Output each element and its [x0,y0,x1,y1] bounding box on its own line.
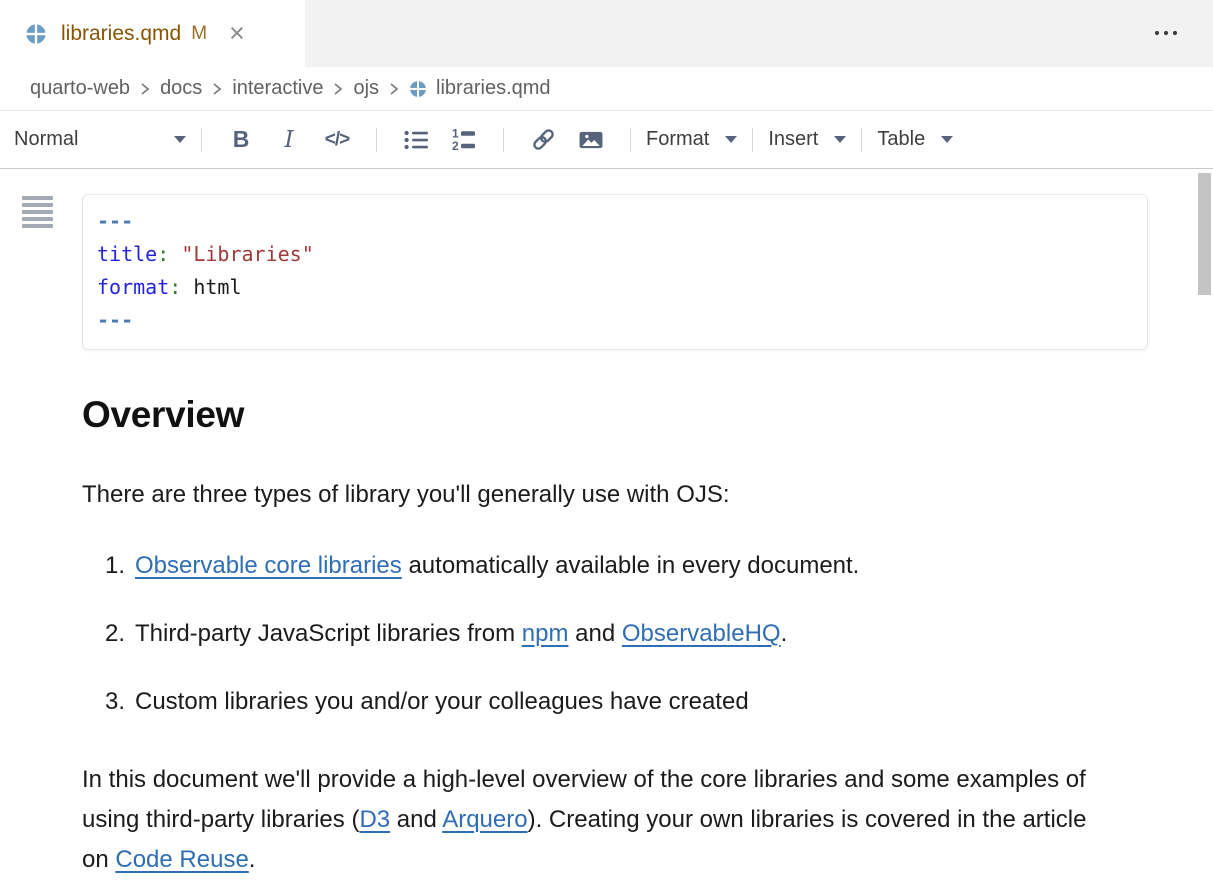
text-segment: automatically available in every documen… [402,552,860,579]
breadcrumb-quarto-web[interactable]: quarto-web [30,77,130,100]
yaml-frontmatter-block[interactable]: --- title: "Libraries" format: html --- [82,194,1148,350]
chevron-right-icon [387,80,401,98]
toolbar-divider [630,128,631,152]
toolbar-divider [861,128,862,152]
vertical-scrollbar-thumb[interactable] [1198,173,1211,295]
link-observablehq[interactable]: ObservableHQ [622,620,781,647]
toolbar-divider [376,128,377,152]
breadcrumb-docs[interactable]: docs [160,77,202,100]
toolbar-divider [752,128,753,152]
ordered-list-icon: 1 2 [451,127,478,153]
bullet-list-button[interactable] [392,120,440,160]
yaml-delimiter: --- [97,304,1131,337]
list-item-number: 2. [105,620,135,647]
text-segment: . [781,620,788,647]
list-item-text: Third-party JavaScript libraries from np… [135,620,787,647]
chevron-down-icon [834,136,846,143]
link-icon [530,126,557,153]
tab-bar: libraries.qmd M × [0,0,1213,67]
document-editor[interactable]: --- title: "Libraries" format: html --- … [0,169,1213,889]
yaml-entry-format: format: html [97,271,1131,304]
chevron-down-icon [941,136,953,143]
text-segment: and [568,620,621,647]
code-icon: </> [325,129,349,151]
breadcrumb-libraries-qmd[interactable]: libraries.qmd [436,77,550,100]
code-button[interactable]: </> [313,120,361,160]
link-d3[interactable]: D3 [359,806,390,833]
insert-menu[interactable]: Insert [768,128,846,151]
text-segment: and [390,806,442,833]
chevron-right-icon [331,80,345,98]
list-item-text: Custom libraries you and/or your colleag… [135,688,749,715]
page-title: Overview [82,396,1094,435]
yaml-delimiter: --- [97,205,1131,238]
chevron-right-icon [138,80,152,98]
list-item-number: 1. [105,552,135,579]
italic-button[interactable]: I [265,120,313,160]
list-item: 2. Third-party JavaScript libraries from… [82,620,1094,647]
chevron-down-icon [725,136,737,143]
link-code-reuse[interactable]: Code Reuse [115,846,248,873]
list-item: 3. Custom libraries you and/or your coll… [82,688,1094,715]
image-icon [577,128,605,152]
paragraph-style-value: Normal [14,128,78,151]
link-button[interactable] [519,120,567,160]
link-npm[interactable]: npm [522,620,569,647]
more-actions-icon[interactable] [1149,20,1183,46]
toolbar-divider [201,128,202,152]
modified-badge: M [191,23,207,45]
format-toolbar: Normal B I </> 1 [0,111,1213,169]
block-drag-handle-icon[interactable] [22,196,53,231]
svg-text:2: 2 [452,139,459,153]
bullet-list-icon [403,128,430,152]
bold-button[interactable]: B [217,120,265,160]
table-menu[interactable]: Table [877,128,953,151]
breadcrumb: quarto-web docs interactive ojs librarie… [0,67,1213,111]
tab-title: libraries.qmd [61,22,181,46]
ordered-list-button[interactable]: 1 2 [440,120,488,160]
breadcrumb-interactive[interactable]: interactive [232,77,323,100]
closing-paragraph: In this document we'll provide a high-le… [82,760,1094,880]
yaml-entry-title: title: "Libraries" [97,238,1131,271]
editor-window: libraries.qmd M × quarto-web docs intera… [0,0,1213,889]
link-observable-core-libraries[interactable]: Observable core libraries [135,552,402,579]
numbered-list: 1. Observable core libraries automatical… [82,552,1094,715]
chevron-right-icon [210,80,224,98]
italic-icon: I [284,127,293,153]
chevron-down-icon [174,136,186,143]
quarto-file-icon [25,23,47,45]
insert-menu-label: Insert [768,128,818,151]
tab-libraries-qmd[interactable]: libraries.qmd M × [0,0,305,67]
toolbar-divider [503,128,504,152]
list-item-text: Observable core libraries automatically … [135,552,859,579]
image-button[interactable] [567,120,615,160]
intro-paragraph: There are three types of library you'll … [82,481,1094,508]
table-menu-label: Table [877,128,925,151]
link-arquero[interactable]: Arquero [442,806,527,833]
quarto-file-icon [409,80,427,98]
format-menu-label: Format [646,128,709,151]
close-icon[interactable]: × [229,20,245,47]
list-item-number: 3. [105,688,135,715]
document-body: Overview There are three types of librar… [82,396,1094,880]
list-item: 1. Observable core libraries automatical… [82,552,1094,579]
breadcrumb-ojs[interactable]: ojs [353,77,379,100]
bold-icon: B [233,126,250,153]
paragraph-style-select[interactable]: Normal [14,128,186,151]
text-segment: . [249,846,256,873]
text-segment: Third-party JavaScript libraries from [135,620,522,647]
format-menu[interactable]: Format [646,128,737,151]
